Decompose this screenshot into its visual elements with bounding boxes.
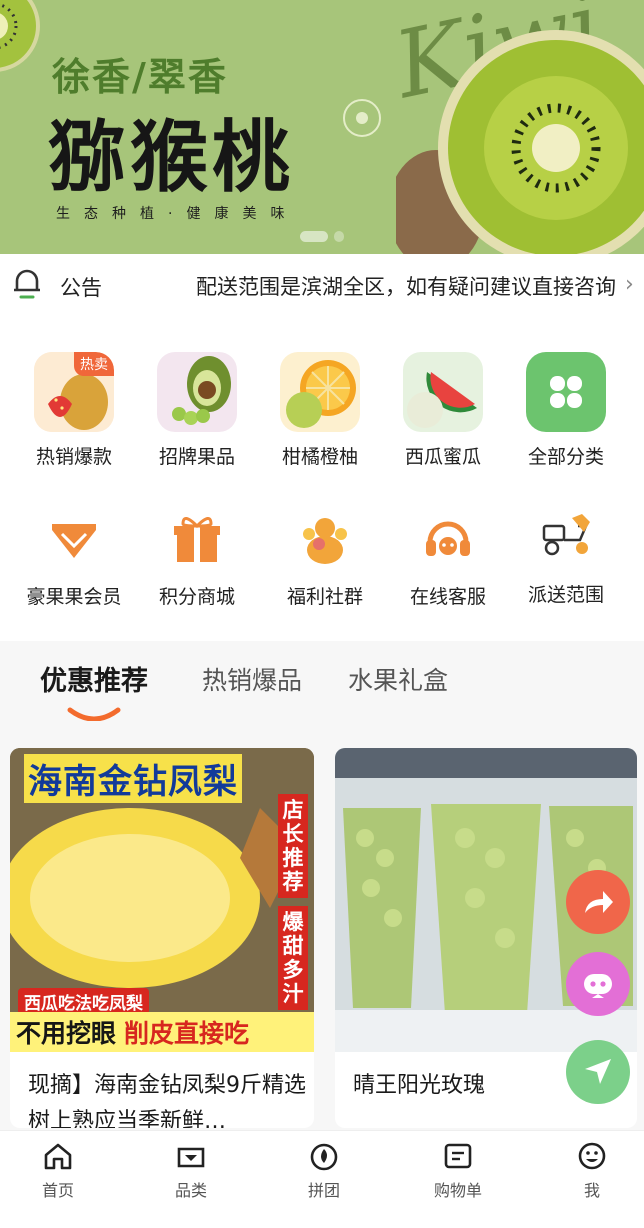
notice-label: 公告: [60, 276, 102, 300]
active-tab-indicator: [67, 707, 121, 721]
nav-group-buy[interactable]: 拼团: [284, 1141, 364, 1201]
category-community[interactable]: 福利社群: [263, 512, 387, 609]
tab-recommended[interactable]: 优惠推荐: [40, 659, 148, 698]
hot-badge: 热卖: [74, 352, 114, 376]
product-image-top-text: 海南金钻凤梨: [24, 754, 242, 803]
gift-icon: [169, 512, 225, 568]
product-image-bottom-text-b: 削皮直接吃: [124, 1019, 250, 1048]
kiwi-fruit-image: [396, 30, 644, 254]
home-icon: [44, 1143, 72, 1170]
nav-label: 拼团: [307, 1181, 340, 1200]
notice-message[interactable]: 配送范围是滨湖全区，如有疑问建议直接咨询: [196, 271, 620, 301]
banner-subtitle: 徐香/翠香: [52, 55, 228, 99]
tab-gift-box[interactable]: 水果礼盒: [348, 661, 448, 697]
category-label: 热销爆款: [35, 446, 112, 468]
category-label: 派送范围: [527, 584, 604, 606]
banner-title: 猕猴桃: [48, 112, 295, 203]
banner-pagination[interactable]: [300, 231, 344, 242]
product-image[interactable]: 海南金钻凤梨 店长推荐 爆甜多汁 西瓜吃法吃凤梨 不用挖眼 削皮直接吃: [10, 748, 314, 1052]
category-delivery-range[interactable]: 派送范围: [504, 506, 628, 607]
banner-slogan: 生态种植·健康美味: [56, 206, 299, 222]
avocado-icon: [157, 352, 237, 432]
fruit-basket-icon: 热卖: [34, 352, 114, 432]
category-grid: 热卖 热销爆款 招牌果品 柑橘橙柚 西瓜蜜瓜 全部分类 豪果果会员 积分商城 福…: [0, 316, 644, 641]
category-label: 福利社群: [286, 586, 363, 608]
scooter-icon: [536, 506, 596, 566]
category-icon: [177, 1147, 205, 1168]
category-label: 柑橘橙柚: [281, 446, 358, 468]
navigation-arrow-icon: [585, 1059, 611, 1084]
category-customer-service[interactable]: 在线客服: [386, 512, 510, 609]
orange-icon: [280, 352, 360, 432]
product-image-bottom-band: 不用挖眼 削皮直接吃: [10, 1012, 314, 1052]
diamond-icon: [46, 512, 102, 568]
share-arrow-icon: [585, 891, 613, 913]
category-citrus[interactable]: 柑橘橙柚: [258, 352, 382, 469]
profile-icon: [578, 1142, 606, 1170]
group-icon: [297, 512, 353, 568]
category-label: 全部分类: [527, 446, 604, 468]
category-membership[interactable]: 豪果果会员: [12, 512, 136, 609]
category-hot-sale[interactable]: 热卖 热销爆款: [12, 352, 136, 469]
product-card[interactable]: 海南金钻凤梨 店长推荐 爆甜多汁 西瓜吃法吃凤梨 不用挖眼 削皮直接吃 现摘】海…: [10, 748, 314, 1128]
nav-home[interactable]: 首页: [18, 1141, 98, 1201]
nav-label: 首页: [41, 1181, 74, 1200]
category-all[interactable]: 全部分类: [504, 352, 628, 469]
pagination-dot-active[interactable]: [300, 231, 328, 242]
notice-bar[interactable]: 公告 配送范围是滨湖全区，如有疑问建议直接咨询 ›: [0, 254, 644, 316]
nav-profile[interactable]: 我: [552, 1141, 632, 1201]
nav-label: 品类: [174, 1181, 207, 1200]
category-label: 西瓜蜜瓜: [404, 446, 481, 468]
clover-icon: [526, 352, 606, 432]
assistant-button[interactable]: [566, 952, 630, 1016]
category-label: 豪果果会员: [26, 586, 122, 608]
group-buy-icon: [310, 1143, 338, 1171]
product-image-mid-text: 西瓜吃法吃凤梨: [18, 988, 149, 1015]
nav-category[interactable]: 品类: [151, 1141, 231, 1201]
category-label: 积分商城: [158, 586, 235, 608]
category-signature[interactable]: 招牌果品: [135, 352, 259, 469]
promo-banner[interactable]: Kiwi 徐香/翠香 猕猴桃 生态种植·健康美味: [0, 0, 644, 254]
shopping-list-icon: [444, 1143, 472, 1169]
kiwi-slice-small-icon: [0, 0, 40, 72]
category-label: 招牌果品: [158, 446, 235, 468]
chevron-right-icon[interactable]: ›: [625, 272, 634, 297]
bottom-nav: 首页 品类 拼团 购物单 我: [0, 1130, 644, 1228]
share-button[interactable]: [566, 870, 630, 934]
robot-icon: [584, 974, 612, 998]
pagination-dot[interactable]: [334, 231, 344, 242]
headset-icon: [420, 512, 476, 568]
nav-label: 购物单: [433, 1181, 482, 1200]
leaf-emblem-icon: [343, 99, 381, 137]
product-image-side-text-2: 爆甜多汁: [278, 906, 308, 1010]
product-image-side-text: 店长推荐: [278, 794, 308, 898]
category-points-mall[interactable]: 积分商城: [135, 512, 259, 609]
bell-icon: [14, 269, 40, 299]
watermelon-icon: [403, 352, 483, 432]
category-melon[interactable]: 西瓜蜜瓜: [381, 352, 505, 469]
tab-hot-products[interactable]: 热销爆品: [202, 661, 302, 697]
category-label: 在线客服: [409, 586, 486, 608]
product-image-bottom-text-a: 不用挖眼: [16, 1019, 117, 1048]
product-tabs: 优惠推荐 热销爆品 水果礼盒: [0, 641, 644, 733]
nav-shopping-list[interactable]: 购物单: [418, 1141, 498, 1201]
nav-label: 我: [583, 1181, 600, 1200]
product-title[interactable]: 现摘】海南金钻凤梨9斤精选树上熟应当季新鲜…: [10, 1052, 310, 1128]
location-button[interactable]: [566, 1040, 630, 1104]
